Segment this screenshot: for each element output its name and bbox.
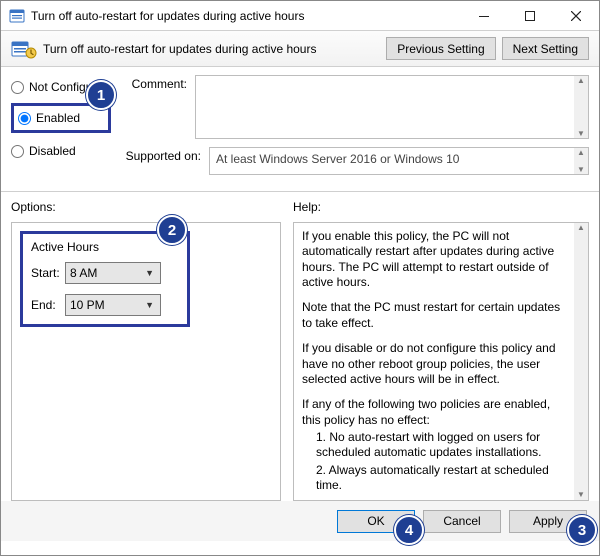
options-panel: Active Hours Start: 8 AM ▼ End: 10 PM ▼ <box>11 222 281 501</box>
lower-panel: Options: Active Hours Start: 8 AM ▼ End:… <box>1 196 599 501</box>
minimize-button[interactable] <box>461 1 507 30</box>
enabled-highlight: Enabled <box>11 103 111 133</box>
start-value: 8 AM <box>70 266 97 280</box>
help-p: If you enable this policy, the PC will n… <box>302 229 570 290</box>
end-row: End: 10 PM ▼ <box>31 294 179 316</box>
active-hours-title: Active Hours <box>31 240 179 254</box>
ok-button[interactable]: OK <box>337 510 415 533</box>
supported-label: Supported on: <box>123 147 209 175</box>
supported-scrollbar[interactable]: ▲▼ <box>574 148 588 174</box>
help-scrollbar[interactable]: ▲▼ <box>574 223 588 500</box>
help-p: 2. Always automatically restart at sched… <box>302 463 570 494</box>
upper-fields: Comment: ▲▼ Supported on: At least Windo… <box>123 75 589 183</box>
supported-on-value: At least Windows Server 2016 or Windows … <box>216 152 459 166</box>
start-row: Start: 8 AM ▼ <box>31 262 179 284</box>
subheader: Turn off auto-restart for updates during… <box>1 31 599 67</box>
maximize-button[interactable] <box>507 1 553 30</box>
end-value: 10 PM <box>70 298 105 312</box>
close-button[interactable] <box>553 1 599 30</box>
policy-icon <box>9 8 25 24</box>
dialog-footer: OK Cancel Apply <box>1 501 599 541</box>
upper-panel: Not Configured Enabled Disabled Comment:… <box>1 67 599 187</box>
start-label: Start: <box>31 266 65 280</box>
help-p: If any of the following two policies are… <box>302 397 570 428</box>
supported-row: Supported on: At least Windows Server 20… <box>123 147 589 175</box>
next-setting-button[interactable]: Next Setting <box>502 37 589 60</box>
start-combobox[interactable]: 8 AM ▼ <box>65 262 161 284</box>
window-title: Turn off auto-restart for updates during… <box>31 9 461 23</box>
subheader-title: Turn off auto-restart for updates during… <box>43 42 380 56</box>
radio-not-configured-label: Not Configured <box>29 80 110 94</box>
chevron-down-icon: ▼ <box>145 300 154 310</box>
radio-disabled-input[interactable] <box>11 145 24 158</box>
chevron-down-icon: ▼ <box>145 268 154 278</box>
radio-enabled[interactable]: Enabled <box>18 108 104 128</box>
help-panel: If you enable this policy, the PC will n… <box>293 222 589 501</box>
comment-textarea[interactable]: ▲▼ <box>195 75 589 139</box>
comment-label: Comment: <box>123 75 195 139</box>
options-heading: Options: <box>11 200 281 220</box>
comment-scrollbar[interactable]: ▲▼ <box>574 76 588 138</box>
titlebar: Turn off auto-restart for updates during… <box>1 1 599 31</box>
help-column: Help: If you enable this policy, the PC … <box>293 200 589 501</box>
options-column: Options: Active Hours Start: 8 AM ▼ End:… <box>11 200 281 501</box>
policy-icon <box>11 39 37 59</box>
help-p: 1. No auto-restart with logged on users … <box>302 430 570 461</box>
radio-not-configured[interactable]: Not Configured <box>11 77 123 97</box>
supported-on-box: At least Windows Server 2016 or Windows … <box>209 147 589 175</box>
active-hours-highlight: Active Hours Start: 8 AM ▼ End: 10 PM ▼ <box>20 231 190 327</box>
apply-button[interactable]: Apply <box>509 510 587 533</box>
horizontal-divider <box>1 191 599 192</box>
radio-disabled[interactable]: Disabled <box>11 141 123 161</box>
help-p: If you disable or do not configure this … <box>302 341 570 387</box>
radio-enabled-input[interactable] <box>18 112 31 125</box>
comment-row: Comment: ▲▼ <box>123 75 589 139</box>
radio-disabled-label: Disabled <box>29 144 76 158</box>
radio-enabled-label: Enabled <box>36 111 80 125</box>
help-p: Note that the PC must restart for certai… <box>302 300 570 331</box>
radio-not-configured-input[interactable] <box>11 81 24 94</box>
end-label: End: <box>31 298 65 312</box>
end-combobox[interactable]: 10 PM ▼ <box>65 294 161 316</box>
cancel-button[interactable]: Cancel <box>423 510 501 533</box>
window-controls <box>461 1 599 30</box>
help-heading: Help: <box>293 200 589 220</box>
state-radio-group: Not Configured Enabled Disabled <box>11 75 123 183</box>
previous-setting-button[interactable]: Previous Setting <box>386 37 495 60</box>
